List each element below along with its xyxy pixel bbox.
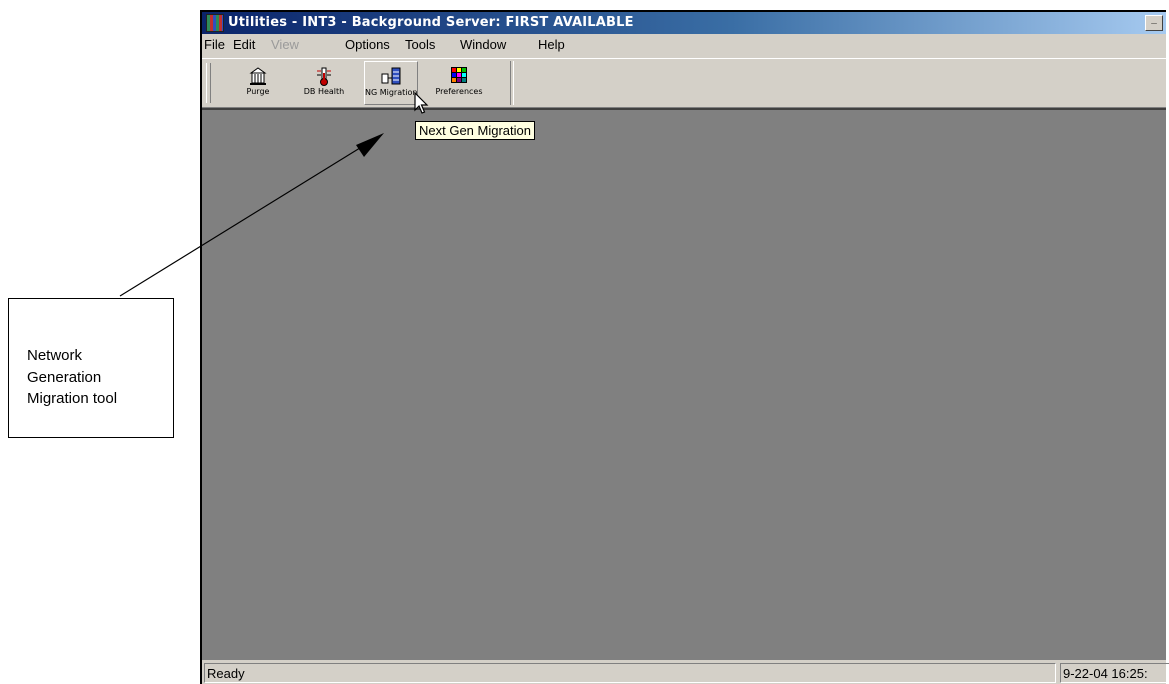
- callout-line-1: Network: [27, 347, 83, 364]
- purge-label: Purge: [246, 87, 270, 96]
- db-health-button[interactable]: DB Health: [296, 61, 352, 105]
- thermometer-icon: [317, 67, 331, 86]
- callout-line-3: Migration tool: [27, 390, 118, 407]
- minimize-button[interactable]: _: [1145, 15, 1163, 31]
- app-icon[interactable]: [206, 14, 224, 32]
- status-datetime: 9-22-04 16:25:: [1060, 663, 1169, 683]
- menu-help[interactable]: Help: [538, 37, 565, 52]
- db-health-label: DB Health: [303, 87, 345, 96]
- ng-migration-label: NG Migration: [365, 88, 417, 97]
- status-bar: Ready 9-22-04 16:25:: [202, 660, 1169, 684]
- mdi-client-area[interactable]: [202, 108, 1166, 660]
- menu-bar: File Edit View Options Tools Window Help: [202, 34, 1166, 56]
- menu-edit[interactable]: Edit: [233, 37, 255, 52]
- toolbar: Purge DB Health NG Migration Preferences: [202, 58, 1166, 108]
- toolbar-separator: [510, 61, 514, 105]
- building-icon: [249, 67, 267, 85]
- purge-button[interactable]: Purge: [232, 61, 284, 105]
- toolbar-grip[interactable]: [206, 63, 211, 103]
- callout-line-2: Generation: [27, 369, 102, 386]
- server-migration-icon: [381, 67, 401, 85]
- preferences-label: Preferences: [435, 87, 483, 96]
- ng-migration-button[interactable]: NG Migration: [364, 61, 418, 105]
- menu-tools[interactable]: Tools: [405, 37, 435, 52]
- status-text: Ready: [204, 663, 1056, 683]
- window-title: Utilities - INT3 - Background Server: FI…: [228, 15, 634, 30]
- menu-view[interactable]: View: [271, 37, 299, 52]
- mouse-pointer-icon: [414, 92, 429, 114]
- menu-options[interactable]: Options: [345, 37, 390, 52]
- annotation-callout-box: Network Generation Migration tool: [8, 298, 174, 438]
- menu-window[interactable]: Window: [460, 37, 506, 52]
- utilities-window: Utilities - INT3 - Background Server: FI…: [200, 10, 1169, 684]
- color-grid-icon: [451, 67, 467, 83]
- next-gen-migration-tooltip: Next Gen Migration: [415, 121, 535, 140]
- menu-file[interactable]: File: [204, 37, 225, 52]
- title-bar[interactable]: Utilities - INT3 - Background Server: FI…: [202, 12, 1166, 34]
- preferences-button[interactable]: Preferences: [428, 61, 490, 105]
